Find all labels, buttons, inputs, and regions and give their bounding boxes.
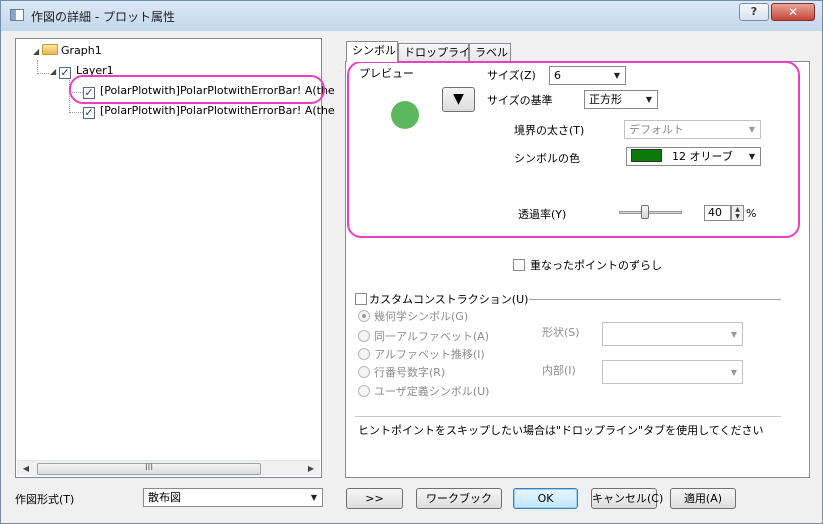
- transparency-label: 透過率(Y): [518, 208, 567, 221]
- radio-label: 幾何学シンボル(G): [374, 310, 469, 323]
- radio-user-defined[interactable]: ユーザ定義シンボル(U): [358, 383, 489, 399]
- scroll-thumb[interactable]: III: [37, 463, 261, 475]
- ok-button[interactable]: OK: [513, 488, 578, 509]
- window-title: 作図の詳細 - プロット属性: [31, 10, 175, 24]
- layer-checkbox[interactable]: ✓: [59, 67, 71, 79]
- size-combo[interactable]: 6 ▼: [549, 66, 626, 85]
- tree-item-layer[interactable]: ◢ ✓ Layer1: [50, 63, 114, 79]
- radio-label: アルファベット推移(I): [374, 348, 485, 361]
- expand-button[interactable]: >>: [346, 488, 403, 509]
- transparency-spinner[interactable]: ▲ ▼: [731, 205, 744, 221]
- workbook-button[interactable]: ワークブック: [416, 488, 502, 509]
- plot-type-combo[interactable]: 散布図 ▼: [143, 488, 323, 507]
- chevron-down-icon: ▼: [730, 330, 737, 339]
- edge-thickness-value: デフォルト: [629, 123, 684, 136]
- scroll-right-icon[interactable]: ▶: [303, 462, 319, 476]
- tab-label[interactable]: ラベル: [469, 43, 511, 62]
- custom-construction-label: カスタムコンストラクション(U): [369, 293, 529, 306]
- overlap-option[interactable]: 重なったポイントのずらし: [513, 257, 662, 273]
- chevron-down-icon: ▼: [730, 368, 737, 377]
- tree-item-graph[interactable]: ◢ Graph1: [33, 43, 102, 59]
- radio-label: ユーザ定義シンボル(U): [374, 385, 490, 398]
- collapse-icon[interactable]: ◢: [33, 44, 42, 60]
- radio-button[interactable]: [358, 310, 370, 322]
- symbol-color-value: 12 オリーブ: [672, 150, 733, 163]
- chevron-down-icon: ▼: [645, 95, 652, 104]
- tab-symbol[interactable]: シンボル: [346, 41, 398, 62]
- size-value: 6: [554, 69, 561, 82]
- transparency-unit: %: [746, 207, 757, 220]
- plot-type-label: 作図形式(T): [15, 493, 75, 506]
- chevron-down-icon: ▼: [748, 125, 755, 134]
- plot-type-value: 散布図: [148, 491, 181, 504]
- interior-label: 内部(I): [542, 364, 576, 377]
- window-icon: [10, 9, 24, 21]
- color-swatch: [631, 149, 662, 162]
- transparency-slider-thumb[interactable]: [641, 205, 649, 219]
- spin-up-icon[interactable]: ▲: [732, 206, 743, 213]
- edge-thickness-label: 境界の太さ(T): [514, 124, 585, 137]
- plot-label: [PolarPlotwith]PolarPlotwithErrorBar! A(…: [100, 104, 335, 117]
- symbol-gallery-button[interactable]: ▼: [442, 87, 475, 112]
- hint-separator: [355, 416, 781, 417]
- scroll-left-icon[interactable]: ◀: [18, 462, 34, 476]
- shape-label: 形状(S): [542, 326, 580, 339]
- plot-tree[interactable]: ◢ Graph1 ◢ ✓ Layer1 ✓ [PolarPlotwith]PolarPl…: [15, 38, 335, 478]
- plot-details-dialog: 作図の詳細 - プロット属性 ? ✕ ◢ Graph1 ◢ ✓ Layer1 ✓ [Po…: [0, 0, 823, 524]
- size-basis-combo[interactable]: 正方形 ▼: [584, 90, 658, 109]
- help-button[interactable]: ?: [739, 3, 769, 21]
- chevron-down-icon: ▼: [748, 152, 755, 161]
- radio-button[interactable]: [358, 366, 370, 378]
- radio-label: 行番号数字(R): [374, 366, 446, 379]
- chevron-down-icon: ▼: [310, 493, 317, 502]
- symbol-color-label: シンボルの色: [514, 152, 580, 165]
- layer-label: Layer1: [76, 64, 114, 77]
- custom-construction-checkbox[interactable]: [355, 293, 367, 305]
- shape-combo[interactable]: ▼: [602, 322, 743, 346]
- radio-label: 同一アルファベット(A): [374, 330, 489, 343]
- folder-icon: [42, 44, 58, 55]
- graph-label: Graph1: [61, 44, 102, 57]
- apply-button[interactable]: 適用(A): [670, 488, 736, 509]
- radio-button[interactable]: [358, 385, 370, 397]
- symbol-preview: [391, 101, 419, 129]
- chevron-down-icon: ▼: [613, 71, 620, 80]
- transparency-slider-track[interactable]: [619, 211, 682, 214]
- preview-label: プレビュー: [359, 67, 414, 80]
- title-bar: 作図の詳細 - プロット属性 ? ✕: [1, 1, 822, 31]
- horizontal-scrollbar[interactable]: ◀ III ▶: [17, 460, 320, 476]
- plot-checkbox[interactable]: ✓: [83, 87, 95, 99]
- overlap-checkbox[interactable]: [513, 259, 525, 271]
- transparency-input[interactable]: 40: [704, 205, 731, 221]
- radio-geometric[interactable]: 幾何学シンボル(G): [358, 308, 468, 324]
- cancel-button[interactable]: キャンセル(C): [591, 488, 663, 509]
- tree-item-plot[interactable]: ✓ [PolarPlotwith]PolarPlotwithErrorBar! A…: [83, 83, 335, 99]
- plot-label: [PolarPlotwith]PolarPlotwithErrorBar! A(…: [100, 84, 335, 97]
- plot-checkbox[interactable]: ✓: [83, 107, 95, 119]
- radio-button[interactable]: [358, 348, 370, 360]
- radio-letter-increment[interactable]: アルファベット推移(I): [358, 346, 485, 362]
- custom-construction-option[interactable]: カスタムコンストラクション(U): [355, 291, 528, 307]
- collapse-icon[interactable]: ◢: [50, 64, 59, 80]
- tree-item-plot[interactable]: ✓ [PolarPlotwith]PolarPlotwithErrorBar! A…: [83, 103, 335, 119]
- spin-down-icon[interactable]: ▼: [732, 213, 743, 220]
- tab-dropline[interactable]: ドロップライン: [398, 43, 481, 62]
- close-button[interactable]: ✕: [771, 3, 815, 21]
- size-basis-label: サイズの基準: [487, 94, 553, 107]
- radio-same-letter[interactable]: 同一アルファベット(A): [358, 328, 489, 344]
- edge-thickness-combo[interactable]: デフォルト ▼: [624, 120, 761, 139]
- radio-row-number[interactable]: 行番号数字(R): [358, 364, 445, 380]
- group-separator: [529, 299, 781, 300]
- triangle-down-icon: ▼: [453, 91, 464, 107]
- overlap-label: 重なったポイントのずらし: [530, 259, 662, 272]
- hint-text: ヒントポイントをスキップしたい場合は"ドロップライン"タブを使用してください: [358, 424, 764, 437]
- symbol-color-combo[interactable]: 12 オリーブ ▼: [626, 147, 761, 166]
- radio-button[interactable]: [358, 330, 370, 342]
- size-label: サイズ(Z): [487, 69, 536, 82]
- interior-combo[interactable]: ▼: [602, 360, 743, 384]
- size-basis-value: 正方形: [589, 93, 622, 106]
